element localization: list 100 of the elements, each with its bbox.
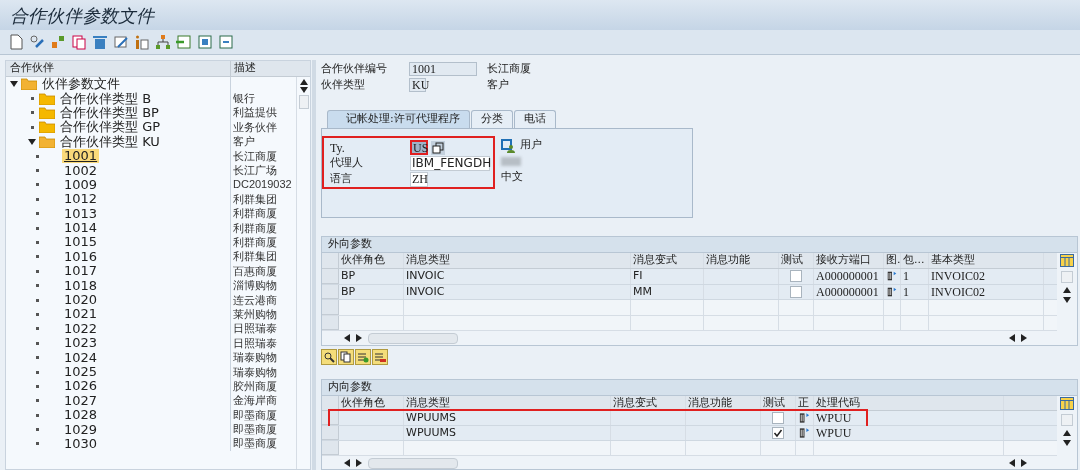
description-cell-text: 利群商厦 xyxy=(232,221,277,235)
table-cell: 1 xyxy=(903,269,909,284)
tab[interactable]: 记帐处理:许可代理程序 xyxy=(327,110,470,128)
description-cell-text: 利群商厦 xyxy=(232,236,277,249)
column-header: 测试 xyxy=(781,253,803,268)
description-cell-text: 即墨商厦 xyxy=(232,437,277,451)
input-field[interactable]: ZH xyxy=(410,172,428,187)
tree-item[interactable]: 1013 xyxy=(62,206,100,221)
field-label: Ty. xyxy=(330,139,346,157)
column-header: 伙伴角色 xyxy=(341,253,385,268)
input-field[interactable]: IBM_FENGDH xyxy=(410,156,490,171)
description-cell-text: 日照瑞泰 xyxy=(232,336,277,350)
field-label: 代理人 xyxy=(330,155,364,172)
tree-item[interactable]: 1029 xyxy=(62,422,100,437)
description-cell-text: 利群集团 xyxy=(232,192,277,206)
field-description: 客户 xyxy=(487,76,509,93)
table-cell: BP xyxy=(341,269,356,284)
tree-item[interactable]: 1017 xyxy=(62,264,100,279)
tree-item[interactable]: 1014 xyxy=(62,221,100,236)
table-cell: WPUU xyxy=(816,411,852,425)
description-cell-text: 日照瑞泰 xyxy=(232,322,277,336)
table-cell: A000000001 xyxy=(816,269,879,284)
column-header: 包... xyxy=(903,253,925,268)
description-cell-text: 客户 xyxy=(232,135,255,149)
description-cell-text: 胶州商厦 xyxy=(232,379,277,393)
column-header: 消息功能 xyxy=(706,253,750,268)
tree-item[interactable]: 合作伙伴类型 KU xyxy=(58,134,162,149)
field-label: 伙伴类型 xyxy=(321,76,366,93)
field-label: 合作伙伴编号 xyxy=(321,60,388,77)
language-text: 中文 xyxy=(501,169,523,186)
agent-type-text: 用户 xyxy=(520,137,542,154)
column-header: 消息功能 xyxy=(688,396,732,410)
column-header: 基本类型 xyxy=(931,253,975,268)
column-header: 接收方端口 xyxy=(816,253,871,268)
table-row[interactable]: WPUUMS WPUU xyxy=(322,426,1057,441)
tree-item[interactable]: 1028 xyxy=(62,408,100,423)
tree-item[interactable]: 1022 xyxy=(62,321,100,336)
tree-item[interactable]: 1002 xyxy=(62,163,100,178)
description-cell-text: 金海岸商 xyxy=(232,394,277,408)
column-header: 合作伙伴 xyxy=(10,61,54,77)
description-cell-text: 连云港商 xyxy=(232,293,277,307)
table-cell: INVOIC xyxy=(406,269,445,284)
tree-item[interactable]: 合作伙伴类型 B xyxy=(58,91,154,106)
tree-item[interactable]: 伙伴参数文件 xyxy=(40,77,122,92)
table-cell: INVOIC xyxy=(406,284,445,299)
tree-item[interactable]: 1030 xyxy=(62,436,100,451)
tree-item[interactable]: 1023 xyxy=(62,336,100,351)
tree-item[interactable]: 合作伙伴类型 GP xyxy=(58,120,163,135)
column-header: 消息变式 xyxy=(613,396,657,410)
tree-item[interactable]: 1026 xyxy=(62,379,100,394)
tree-item[interactable]: 1021 xyxy=(62,307,100,322)
field-description: 长江商厦 xyxy=(487,60,531,77)
column-header: 消息类型 xyxy=(406,253,450,268)
description-cell-text: 长江商厦 xyxy=(232,149,277,163)
table-cell: WPUUMS xyxy=(406,426,457,440)
tree-item[interactable]: 1020 xyxy=(62,293,100,308)
tree-item[interactable]: 1012 xyxy=(62,192,100,207)
column-header: 消息变式 xyxy=(633,253,677,268)
tree-item[interactable]: 1027 xyxy=(62,393,100,408)
tab[interactable]: 分类 xyxy=(470,110,513,128)
table-cell: WPUU xyxy=(816,426,852,440)
column-header: 图. xyxy=(886,253,900,268)
tree-item[interactable]: 1001 xyxy=(62,149,100,164)
table-cell: FI xyxy=(633,269,643,284)
description-cell-text: 百惠商厦 xyxy=(232,264,277,278)
description-cell-text: 淄博购物 xyxy=(232,279,277,293)
table-cell: INVOIC02 xyxy=(931,269,985,284)
tree-item[interactable]: 1024 xyxy=(62,350,100,365)
group-title: 外向参数 xyxy=(328,236,372,253)
tree-item[interactable]: 1025 xyxy=(62,365,100,379)
column-header: 消息类型 xyxy=(406,396,450,410)
description-cell-text: 利群集团 xyxy=(232,250,277,264)
column-header: 测试 xyxy=(763,396,785,410)
table-cell: INVOIC02 xyxy=(931,284,985,299)
description-cell-text: 即墨商厦 xyxy=(232,408,277,422)
table-cell: BP xyxy=(341,284,356,299)
tree-item[interactable]: 1009 xyxy=(62,177,100,192)
description-cell-text: 业务伙伴 xyxy=(232,120,277,134)
column-header: 正 xyxy=(798,396,809,410)
description-cell-text: 利益提供 xyxy=(232,106,277,120)
window-title: 合作伙伴参数文件 xyxy=(10,3,154,28)
tree-item[interactable]: 1015 xyxy=(62,235,100,250)
group-title: 内向参数 xyxy=(328,380,372,396)
table-cell: MM xyxy=(633,284,652,299)
field-label: 语言 xyxy=(330,171,353,188)
description-cell-text: 瑞泰购物 xyxy=(232,351,277,365)
table-cell: A000000001 xyxy=(816,284,879,299)
table-row[interactable]: WPUUMS WPUU xyxy=(322,411,1057,426)
tree-item[interactable]: 合作伙伴类型 BP xyxy=(58,105,161,120)
description-cell-text: 利群商厦 xyxy=(232,207,277,221)
input-field[interactable]: 1001 xyxy=(409,62,477,76)
table-cell: WPUUMS xyxy=(406,411,457,425)
description-cell-text: DC2019032 xyxy=(232,178,292,192)
tab[interactable]: 电话 xyxy=(513,110,556,128)
description-cell-text: 莱州购物 xyxy=(232,307,277,321)
column-header: 伙伴角色 xyxy=(341,396,385,410)
tree-item[interactable]: 1016 xyxy=(62,249,100,264)
description-cell-text: 瑞泰购物 xyxy=(232,365,277,379)
tree-item[interactable]: 1018 xyxy=(62,278,100,293)
description-cell-text: 银行 xyxy=(232,92,255,106)
